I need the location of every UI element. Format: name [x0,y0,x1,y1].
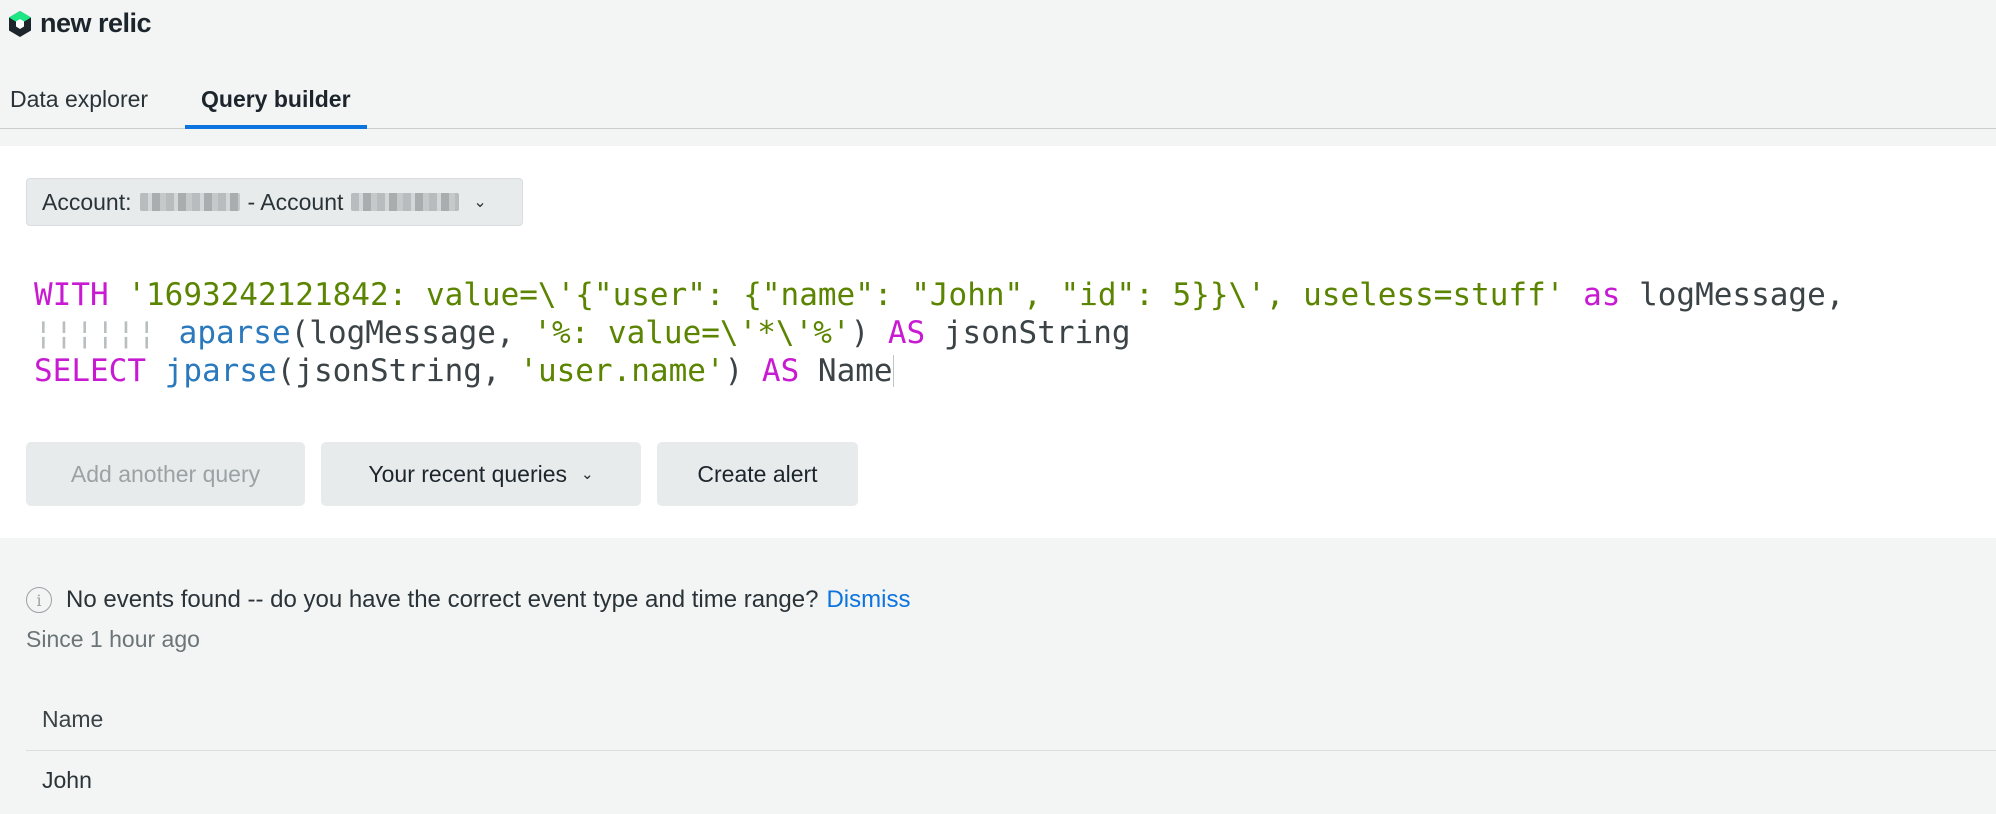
redacted-account-name [351,193,460,211]
results-table: Name John [26,696,1996,809]
redacted-account-id [139,193,240,211]
no-events-notice: i No events found -- do you have the cor… [26,586,910,614]
dismiss-link[interactable]: Dismiss [826,586,910,614]
query-panel: Account: - Account ⌄ WITH '1693242121842… [0,146,1996,538]
new-relic-logo-icon [9,10,31,37]
account-label: Account: [42,188,132,215]
top-bar: new relic [0,0,1996,50]
notice-message: No events found -- do you have the corre… [66,586,819,613]
query-line-2: ¦¦¦¦¦¦ aparse(logMessage, '%: value=\'*\… [34,315,1131,351]
text-cursor [892,355,894,387]
nrql-editor[interactable]: WITH '1693242121842: value=\'{"user": {"… [34,276,1844,390]
chevron-down-icon: ⌄ [581,466,594,483]
brand-name: new relic [40,8,152,38]
add-another-query-button[interactable]: Add another query [26,442,305,506]
column-header-name[interactable]: Name [26,696,1996,751]
query-line-1: WITH '1693242121842: value=\'{"user": {"… [34,277,1845,313]
chevron-down-icon: ⌄ [473,194,487,211]
account-separator: - Account [247,188,344,215]
tab-query-builder[interactable]: Query builder [185,80,367,129]
add-another-query-label: Add another query [70,460,261,487]
query-line-3: SELECT jparse(jsonString, 'user.name') A… [34,353,894,389]
tab-data-explorer[interactable]: Data explorer [10,80,148,128]
tab-bar: Data explorer Query builder [0,80,1996,129]
table-row: John [42,767,92,793]
create-alert-label: Create alert [697,460,818,487]
new-relic-logo[interactable]: new relic [8,8,152,39]
info-icon: i [26,587,52,613]
account-selector[interactable]: Account: - Account ⌄ [26,178,523,226]
recent-queries-button[interactable]: Your recent queries ⌄ [321,442,641,506]
time-range-label: Since 1 hour ago [26,626,200,652]
recent-queries-label: Your recent queries [368,460,568,487]
indent-guides: ¦¦¦¦¦¦ [34,315,179,351]
create-alert-button[interactable]: Create alert [657,442,858,506]
